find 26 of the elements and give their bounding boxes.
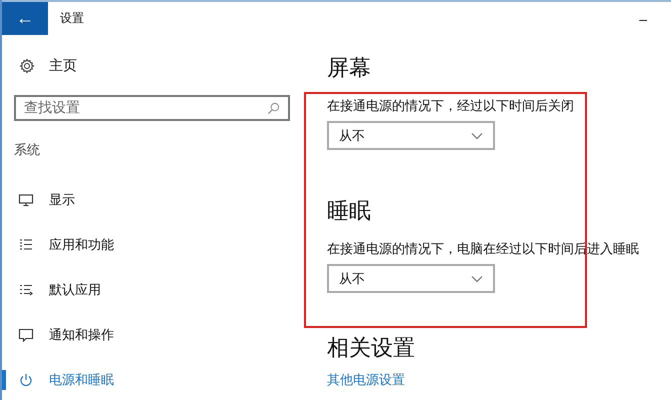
section-heading: 屏幕 <box>327 55 372 83</box>
window-title: 设置 <box>60 10 85 27</box>
list-icon <box>18 236 34 252</box>
home-link[interactable]: 主页 <box>49 57 77 75</box>
monitor-icon <box>18 192 34 208</box>
power-icon <box>18 372 34 388</box>
sidebar-item[interactable]: 电源和睡眠 <box>2 357 302 400</box>
dropdown[interactable]: 从不 <box>327 264 495 293</box>
search-field[interactable]: 查找设置 <box>14 95 290 121</box>
section-heading: 睡眠 <box>327 198 372 226</box>
group-heading: 系统 <box>14 142 41 159</box>
back-button[interactable]: ← <box>2 2 48 35</box>
chevron-icon <box>471 132 483 140</box>
settings-icon <box>19 58 35 74</box>
dropdown[interactable]: 从不 <box>327 121 495 150</box>
section-heading: 相关设置 <box>327 335 416 363</box>
sidebar-item[interactable]: 默认应用 <box>2 267 302 312</box>
power-settings-link[interactable]: 其他电源设置 <box>327 371 405 389</box>
sidebar-item[interactable]: 应用和功能 <box>2 222 302 267</box>
chevron-icon <box>471 274 483 282</box>
minimize-button[interactable]: – <box>635 10 651 26</box>
speech-bubble-icon <box>18 326 34 342</box>
sidebar-item[interactable]: 通知和操作 <box>2 312 302 357</box>
setting-description: 在接通电源的情况下，经过以下时间后关闭 <box>327 98 575 115</box>
sidebar-item[interactable]: 显示 <box>2 177 302 222</box>
search-icon <box>267 102 280 115</box>
